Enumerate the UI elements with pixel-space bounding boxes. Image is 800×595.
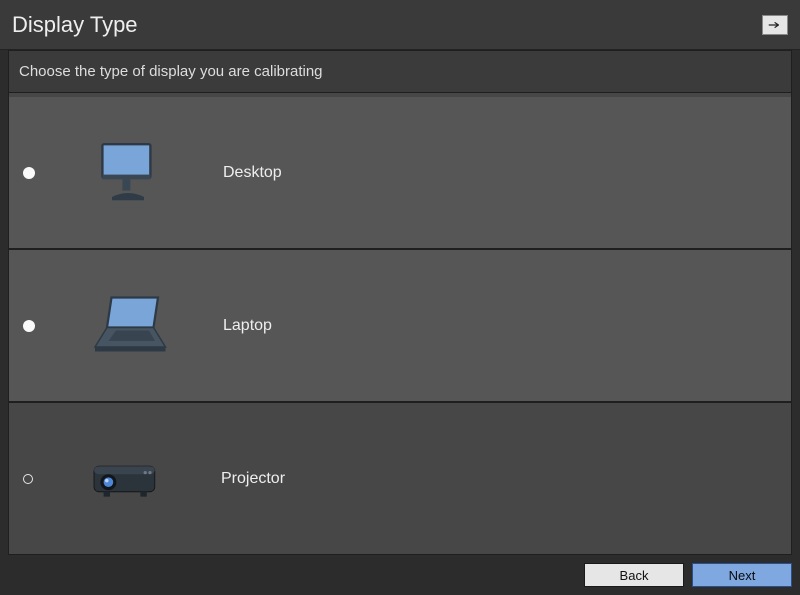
back-button[interactable]: Back	[584, 563, 684, 587]
header: Display Type	[0, 0, 800, 50]
projector-icon	[61, 451, 191, 507]
content-panel: Choose the type of display you are calib…	[8, 50, 792, 555]
instruction-text: Choose the type of display you are calib…	[9, 51, 791, 93]
next-button[interactable]: Next	[692, 563, 792, 587]
options-list: Desktop Laptop	[9, 97, 791, 554]
radio-desktop[interactable]	[23, 167, 35, 179]
option-projector[interactable]: Projector	[9, 401, 791, 554]
pin-arrow-icon	[768, 20, 782, 30]
option-desktop[interactable]: Desktop	[9, 97, 791, 248]
laptop-icon	[63, 286, 193, 366]
footer: Back Next	[0, 555, 800, 595]
option-laptop[interactable]: Laptop	[9, 248, 791, 401]
desktop-monitor-icon	[63, 133, 193, 213]
header-unpin-button[interactable]	[762, 15, 788, 35]
radio-projector[interactable]	[23, 474, 33, 484]
option-label: Laptop	[223, 317, 272, 335]
option-label: Desktop	[223, 164, 282, 182]
option-label: Projector	[221, 470, 285, 488]
radio-laptop[interactable]	[23, 320, 35, 332]
page-title: Display Type	[12, 12, 138, 38]
